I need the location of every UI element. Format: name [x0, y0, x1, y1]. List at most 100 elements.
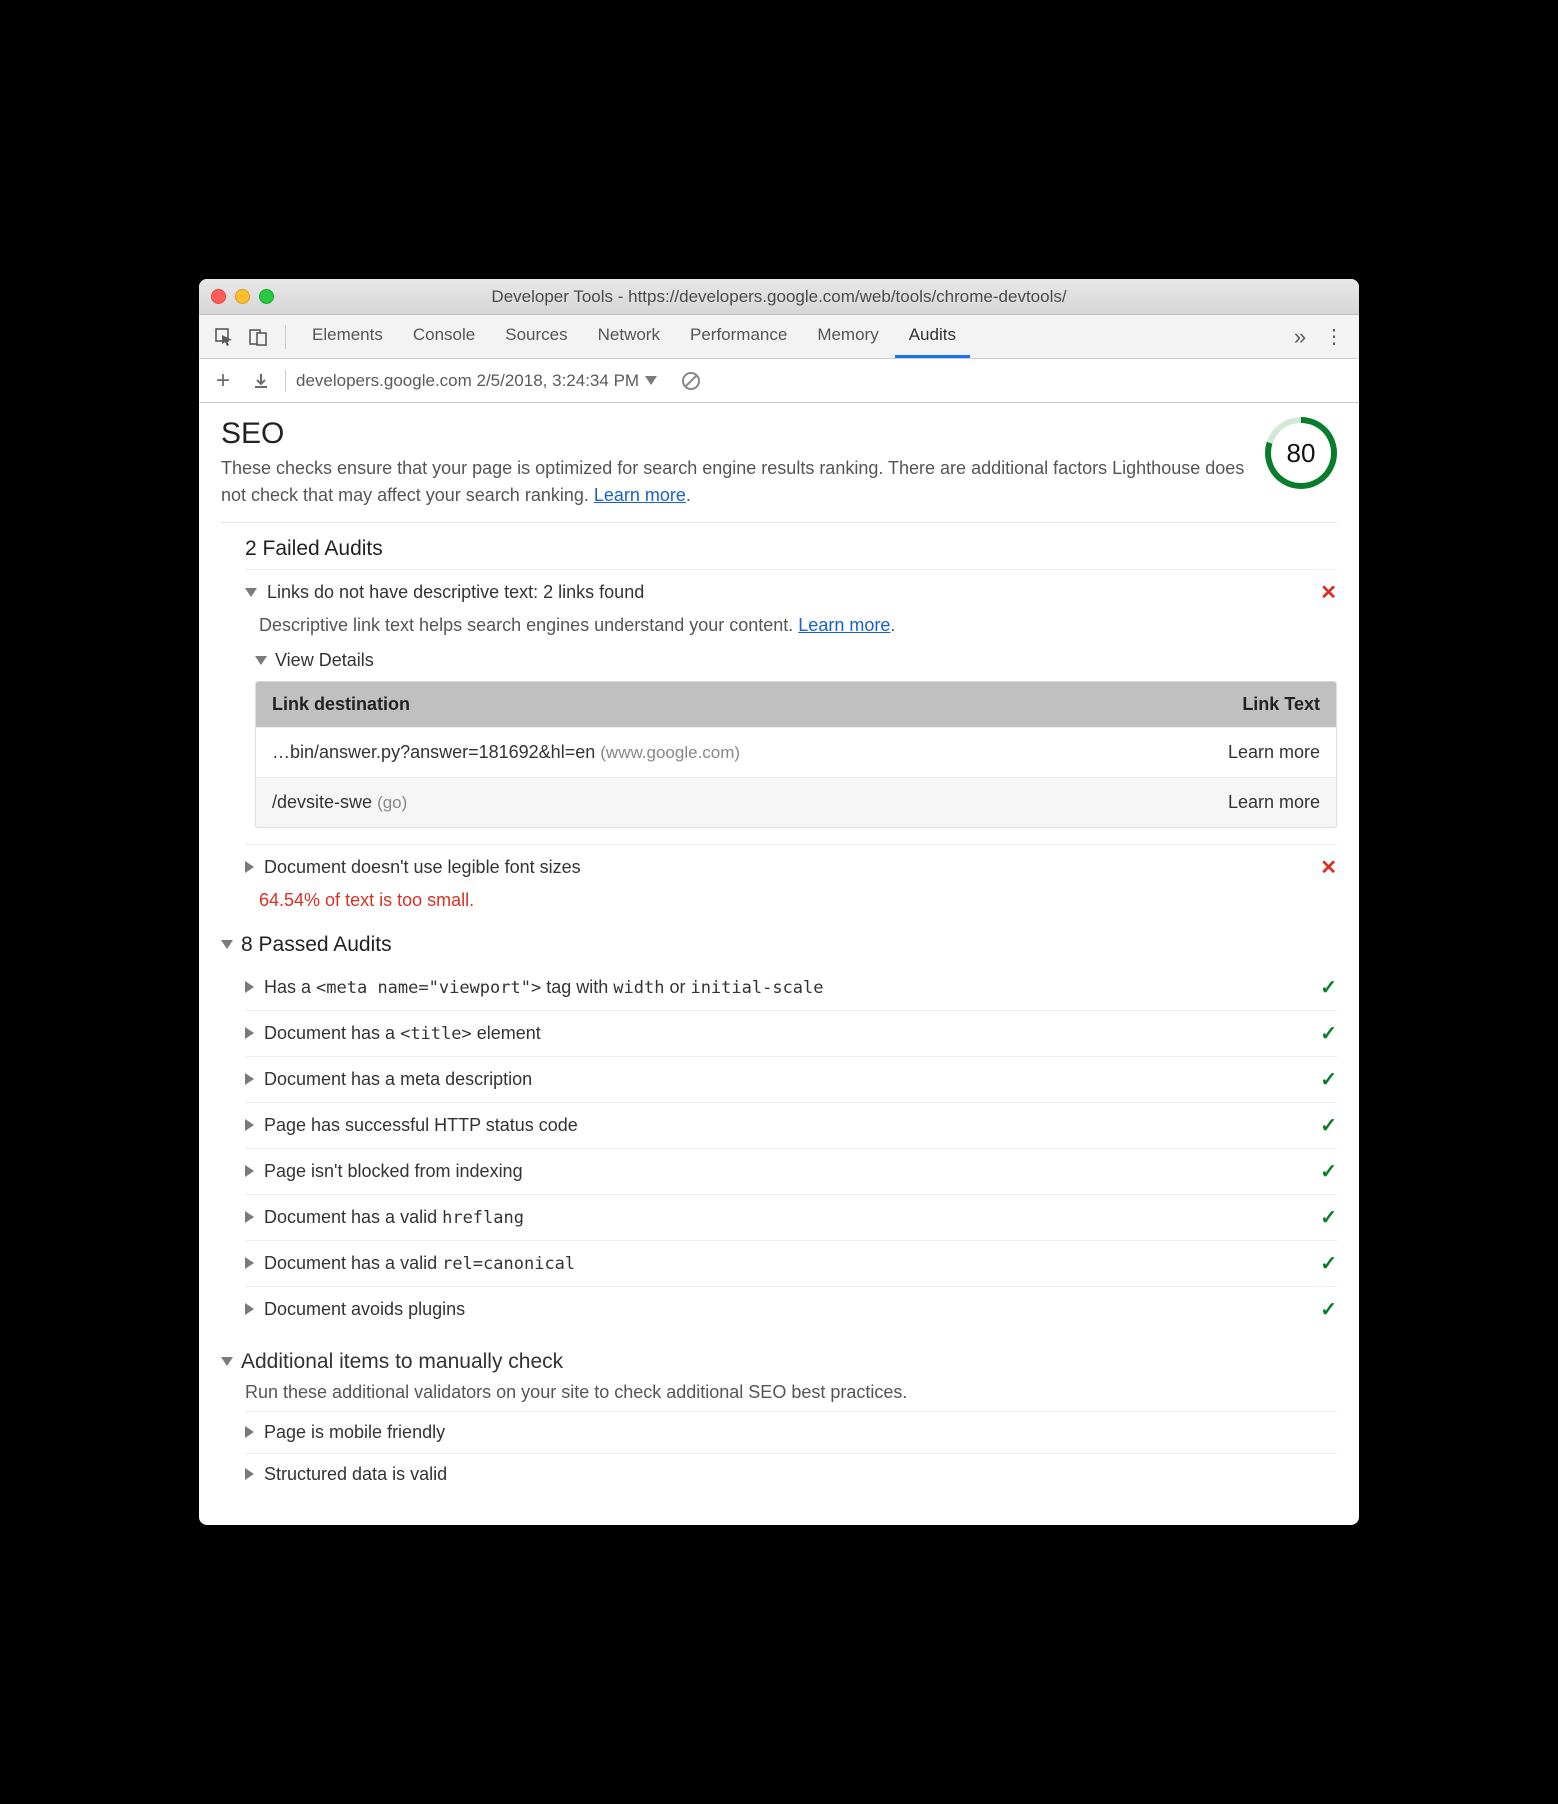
seo-description: These checks ensure that your page is op… — [221, 455, 1245, 507]
passed-audits-heading[interactable]: 8 Passed Audits — [221, 933, 1337, 957]
zoom-window-button[interactable] — [259, 289, 274, 304]
check-icon: ✓ — [1320, 1251, 1337, 1276]
chevron-right-icon — [245, 1165, 254, 1177]
manual-checks-heading[interactable]: Additional items to manually check — [221, 1350, 1337, 1374]
chevron-down-icon — [645, 376, 657, 385]
failed-audits-heading[interactable]: 2 Failed Audits — [245, 537, 1337, 561]
report-label: developers.google.com 2/5/2018, 3:24:34 … — [296, 371, 639, 391]
th-link-destination: Link destination — [272, 694, 1242, 715]
check-icon: ✓ — [1320, 1205, 1337, 1230]
audit-content: SEO These checks ensure that your page i… — [199, 403, 1359, 1524]
tab-performance[interactable]: Performance — [676, 315, 801, 358]
audit-label: Page is mobile friendly — [264, 1422, 1337, 1443]
link-destination: /devsite-swe — [272, 792, 372, 812]
passed-audit-row[interactable]: Document has a valid hreflang ✓ — [245, 1194, 1337, 1240]
report-selector[interactable]: developers.google.com 2/5/2018, 3:24:34 … — [296, 371, 657, 391]
chevron-right-icon — [245, 1027, 254, 1039]
seo-header: SEO These checks ensure that your page i… — [221, 417, 1337, 522]
link-text: Learn more — [1228, 742, 1320, 763]
titlebar: Developer Tools - https://developers.goo… — [199, 279, 1359, 315]
fail-icon: ✕ — [1320, 855, 1337, 880]
tab-network[interactable]: Network — [584, 315, 674, 358]
check-icon: ✓ — [1320, 975, 1337, 1000]
chevron-right-icon — [245, 1257, 254, 1269]
inspect-element-icon[interactable] — [209, 322, 239, 352]
audit-learn-more-link[interactable]: Learn more — [798, 615, 890, 635]
devtools-window: Developer Tools - https://developers.goo… — [199, 279, 1359, 1524]
fail-icon: ✕ — [1320, 580, 1337, 605]
chevron-right-icon — [245, 1468, 254, 1480]
view-details-toggle[interactable]: View Details — [255, 650, 1337, 671]
failed-audit-row[interactable]: Links do not have descriptive text: 2 li… — [245, 569, 1337, 615]
th-link-text: Link Text — [1242, 694, 1320, 715]
check-icon: ✓ — [1320, 1113, 1337, 1138]
chevron-right-icon — [245, 1303, 254, 1315]
seo-score-value: 80 — [1287, 438, 1316, 469]
separator — [285, 325, 286, 349]
seo-score-gauge: 80 — [1265, 417, 1337, 489]
chevron-down-icon — [245, 588, 257, 597]
passed-audit-row[interactable]: Page isn't blocked from indexing ✓ — [245, 1148, 1337, 1194]
minimize-window-button[interactable] — [235, 289, 250, 304]
passed-audit-row[interactable]: Document has a valid rel=canonical ✓ — [245, 1240, 1337, 1286]
audit-label: Has a <meta name="viewport"> tag with wi… — [264, 977, 1310, 998]
clear-icon[interactable] — [677, 367, 705, 395]
separator — [285, 370, 286, 392]
audit-label: Document has a <title> element — [264, 1023, 1310, 1044]
chevron-right-icon — [245, 1073, 254, 1085]
link-details-table: Link destination Link Text …bin/answer.p… — [255, 681, 1337, 828]
device-toolbar-icon[interactable] — [243, 322, 273, 352]
chevron-down-icon — [255, 656, 267, 665]
close-window-button[interactable] — [211, 289, 226, 304]
audit-label: Document has a valid rel=canonical — [264, 1253, 1310, 1274]
audit-label: Structured data is valid — [264, 1464, 1337, 1485]
passed-audit-row[interactable]: Document avoids plugins ✓ — [245, 1286, 1337, 1332]
passed-audit-row[interactable]: Page has successful HTTP status code ✓ — [245, 1102, 1337, 1148]
passed-audit-row[interactable]: Document has a meta description ✓ — [245, 1056, 1337, 1102]
passed-audit-row[interactable]: Has a <meta name="viewport"> tag with wi… — [245, 965, 1337, 1010]
download-icon[interactable] — [247, 367, 275, 395]
passed-audit-row[interactable]: Document has a <title> element ✓ — [245, 1010, 1337, 1056]
check-icon: ✓ — [1320, 1021, 1337, 1046]
chevron-down-icon — [221, 1357, 233, 1366]
audit-label: Links do not have descriptive text: 2 li… — [267, 582, 1310, 603]
table-row: /devsite-swe (go) Learn more — [256, 777, 1336, 827]
new-audit-icon[interactable]: + — [209, 367, 237, 395]
devtools-tabbar: Elements Console Sources Network Perform… — [199, 315, 1359, 359]
seo-heading: SEO — [221, 417, 1245, 451]
tab-memory[interactable]: Memory — [803, 315, 892, 358]
manual-audit-row[interactable]: Structured data is valid — [245, 1453, 1337, 1495]
chevron-right-icon — [245, 1211, 254, 1223]
kebab-menu-icon[interactable]: ⋮ — [1319, 322, 1349, 352]
chevron-right-icon — [245, 861, 254, 873]
tab-elements[interactable]: Elements — [298, 315, 397, 358]
chevron-down-icon — [221, 940, 233, 949]
link-destination: …bin/answer.py?answer=181692&hl=en — [272, 742, 595, 762]
tab-sources[interactable]: Sources — [491, 315, 581, 358]
tab-console[interactable]: Console — [399, 315, 489, 358]
manual-audit-row[interactable]: Page is mobile friendly — [245, 1411, 1337, 1453]
audit-warning: 64.54% of text is too small. — [259, 890, 1337, 911]
audit-label: Document doesn't use legible font sizes — [264, 857, 1310, 878]
link-text: Learn more — [1228, 792, 1320, 813]
check-icon: ✓ — [1320, 1067, 1337, 1092]
chevron-right-icon — [245, 981, 254, 993]
chevron-right-icon — [245, 1426, 254, 1438]
failed-audit-row[interactable]: Document doesn't use legible font sizes … — [245, 844, 1337, 890]
table-row: …bin/answer.py?answer=181692&hl=en (www.… — [256, 727, 1336, 777]
audit-label: Document has a meta description — [264, 1069, 1310, 1090]
audit-label: Page isn't blocked from indexing — [264, 1161, 1310, 1182]
audit-label: Document avoids plugins — [264, 1299, 1310, 1320]
window-title: Developer Tools - https://developers.goo… — [199, 287, 1359, 307]
more-tabs-icon[interactable]: » — [1285, 322, 1315, 352]
seo-learn-more-link[interactable]: Learn more — [594, 485, 686, 505]
audit-label: Document has a valid hreflang — [264, 1207, 1310, 1228]
table-header: Link destination Link Text — [256, 682, 1336, 727]
chevron-right-icon — [245, 1119, 254, 1131]
tab-audits[interactable]: Audits — [895, 315, 970, 358]
audit-label: Page has successful HTTP status code — [264, 1115, 1310, 1136]
manual-checks-description: Run these additional validators on your … — [245, 1382, 1337, 1403]
check-icon: ✓ — [1320, 1159, 1337, 1184]
panel-tabs: Elements Console Sources Network Perform… — [298, 315, 1281, 358]
check-icon: ✓ — [1320, 1297, 1337, 1322]
